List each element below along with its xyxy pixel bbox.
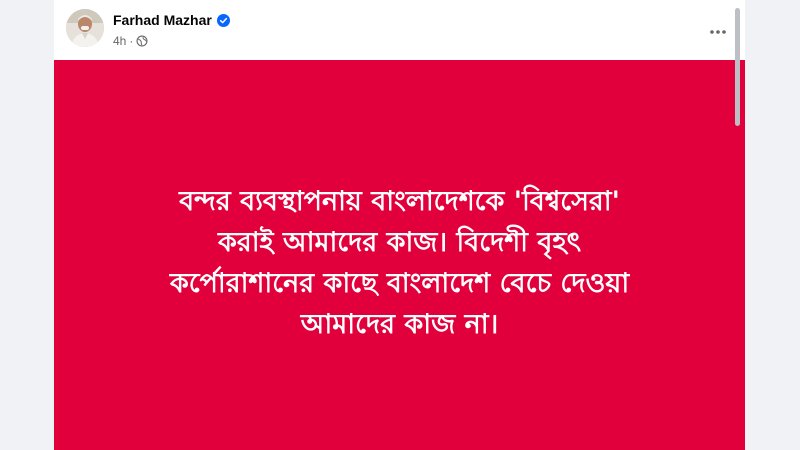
- globe-icon[interactable]: [136, 35, 148, 47]
- post-card: Farhad Mazhar 4h · বন্দর ব্যবস্থাপনায় ব…: [54, 0, 745, 450]
- meta-separator: ·: [129, 34, 134, 48]
- post-timestamp[interactable]: 4h: [113, 34, 126, 48]
- scrollbar-thumb[interactable]: [735, 8, 740, 126]
- post-text-line-2: করাই আমাদের কাজ। বিদেশী বৃহৎ: [217, 227, 582, 258]
- post-text: বন্দর ব্যবস্থাপনায় বাংলাদেশকে 'বিশ্বসের…: [140, 181, 660, 345]
- post-meta: 4h ·: [113, 33, 148, 49]
- author-avatar[interactable]: [66, 9, 104, 47]
- post-text-line-1: বন্দর ব্যবস্থাপনায় বাংলাদেশকে 'বিশ্বসের…: [179, 186, 620, 217]
- post-text-background[interactable]: বন্দর ব্যবস্থাপনায় বাংলাদেশকে 'বিশ্বসের…: [54, 60, 745, 450]
- post-header: Farhad Mazhar 4h ·: [54, 0, 745, 60]
- avatar-photo: [66, 9, 104, 47]
- post-text-line-4: আমাদের কাজ না।: [300, 309, 499, 340]
- author-name[interactable]: Farhad Mazhar: [113, 11, 212, 29]
- author-line: Farhad Mazhar: [113, 11, 230, 29]
- post-text-line-3: কর্পোরাশানের কাছে বাংলাদেশ বেচে দেওয়া: [169, 268, 630, 299]
- scrollbar[interactable]: [730, 0, 744, 450]
- verified-badge-icon: [216, 13, 230, 27]
- more-options-icon: [709, 20, 727, 39]
